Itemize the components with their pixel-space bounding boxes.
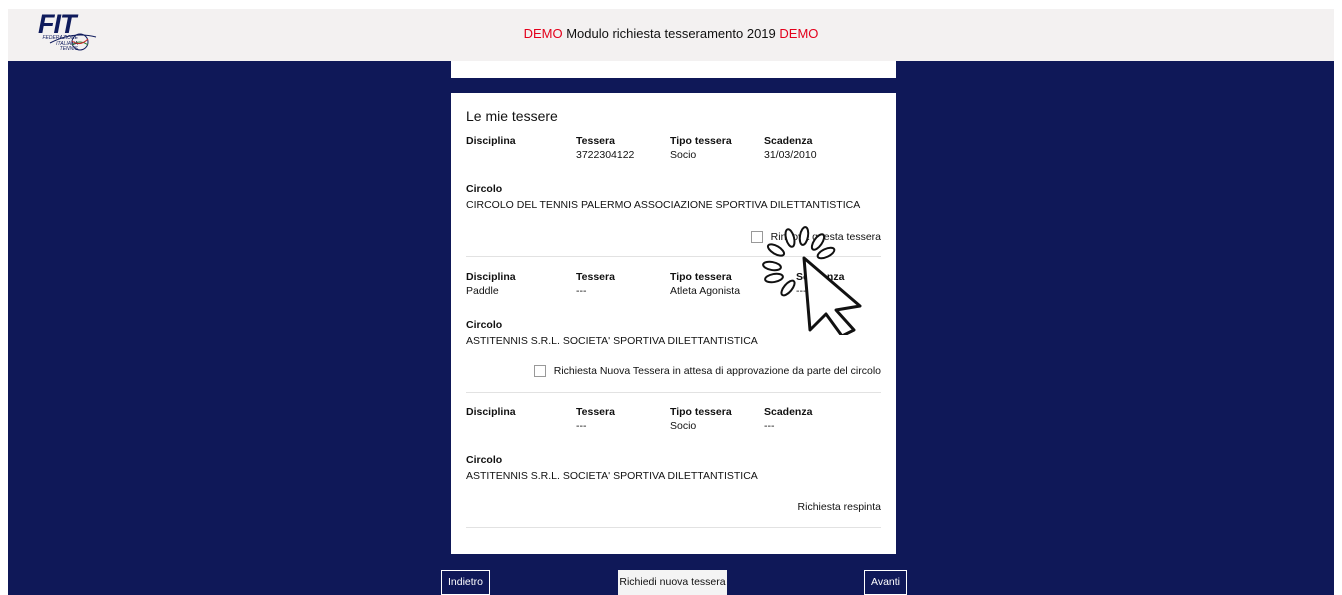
tipo-col: Tipo tessera Socio [670, 135, 732, 161]
circolo-value: CIRCOLO DEL TENNIS PALERMO ASSOCIAZIONE … [466, 199, 861, 211]
tessera-col: Tessera --- [576, 406, 615, 432]
demo-badge-left: DEMO [523, 26, 563, 41]
circolo-value: ASTITENNIS S.R.L. SOCIETA' SPORTIVA DILE… [466, 335, 758, 347]
tessera-col: Tessera 3722304122 [576, 135, 635, 161]
title-text: Modulo richiesta tesseramento 2019 [562, 26, 780, 41]
divider [466, 392, 881, 393]
circolo-value: ASTITENNIS S.R.L. SOCIETA' SPORTIVA DILE… [466, 470, 758, 482]
header-bar: FIT FEDERAZIONE ITALIANA TENNIS DEMO Mod… [8, 9, 1334, 61]
pending-checkbox[interactable] [533, 365, 546, 377]
status-text: Richiesta respinta [797, 501, 881, 513]
membership-3: Disciplina Tessera --- Tipo tessera Soci… [466, 406, 881, 526]
next-button[interactable]: Avanti [864, 570, 907, 595]
circolo-label: Circolo [466, 319, 503, 331]
click-cursor-icon [762, 226, 862, 335]
disciplina-col: Disciplina [466, 135, 516, 147]
scadenza-col: Scadenza 31/03/2010 [764, 135, 817, 161]
new-membership-button[interactable]: Richiedi nuova tessera [618, 570, 727, 595]
tipo-col: Tipo tessera Atleta Agonista [670, 271, 741, 297]
back-button[interactable]: Indietro [441, 570, 490, 595]
previous-card-bottom [451, 61, 896, 78]
disciplina-col: Disciplina Paddle [466, 271, 516, 297]
scadenza-col: Scadenza --- [764, 406, 813, 432]
circolo-label: Circolo [466, 454, 503, 466]
tipo-col: Tipo tessera Socio [670, 406, 732, 432]
divider [466, 527, 881, 528]
tessera-col: Tessera --- [576, 271, 615, 297]
card-title: Le mie tessere [466, 108, 558, 124]
disciplina-col: Disciplina [466, 406, 516, 418]
pending-checkbox-label: Richiesta Nuova Tessera in attesa di app… [553, 365, 881, 377]
pending-checkbox-row[interactable]: Richiesta Nuova Tessera in attesa di app… [533, 365, 881, 377]
page-title: DEMO Modulo richiesta tesseramento 2019 … [8, 26, 1334, 41]
demo-badge-right: DEMO [779, 26, 819, 41]
circolo-label: Circolo [466, 183, 503, 195]
